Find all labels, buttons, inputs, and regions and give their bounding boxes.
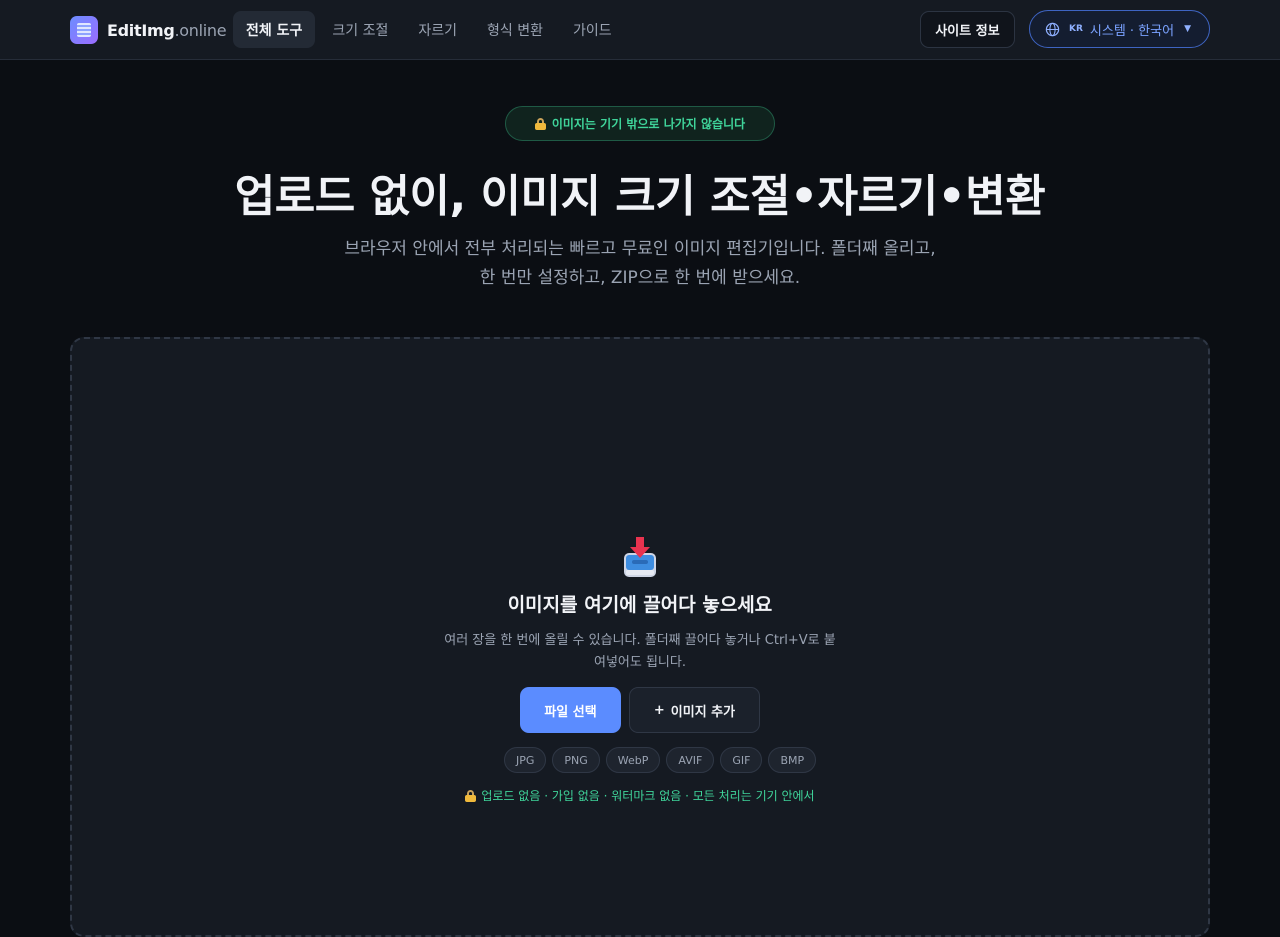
format-chip: JPG bbox=[504, 747, 547, 773]
format-chip: WebP bbox=[605, 747, 661, 773]
format-chip: BMP bbox=[768, 747, 817, 773]
format-chip: GIF bbox=[720, 747, 763, 773]
lock-icon bbox=[465, 790, 477, 802]
nav-item-convert[interactable]: 형식 변환 bbox=[474, 11, 556, 48]
privacy-note: 업로드 없음 · 가입 없음 · 워터마크 없음 · 모든 처리는 기기 안에서 bbox=[0, 787, 1280, 804]
nav-item-resize[interactable]: 크기 조절 bbox=[319, 11, 401, 48]
privacy-badge: 이미지는 기기 밖으로 나가지 않습니다 bbox=[505, 106, 775, 141]
site-info-button[interactable]: 사이트 정보 bbox=[920, 11, 1015, 48]
logo-text: EditImg.online bbox=[107, 20, 227, 40]
drop-description: 여러 장을 한 번에 올릴 수 있습니다. 폴더째 끌어다 놓거나 Ctrl+V… bbox=[444, 633, 836, 670]
format-chip: AVIF bbox=[666, 747, 715, 773]
lock-icon bbox=[534, 118, 546, 130]
plus-icon: + bbox=[653, 702, 665, 718]
globe-icon bbox=[1045, 22, 1060, 36]
format-chip: PNG bbox=[552, 747, 600, 773]
top-header: EditImg.online 전체 도구 크기 조절 자르기 형식 변환 가이드… bbox=[0, 0, 1280, 60]
page-title: 업로드 없이, 이미지 크기 조절•자르기•변환 bbox=[234, 171, 1046, 222]
choose-file-button[interactable]: 파일 선택 bbox=[520, 687, 621, 733]
site-logo[interactable]: EditImg.online bbox=[70, 16, 227, 44]
add-image-button[interactable]: + 이미지 추가 bbox=[629, 687, 760, 733]
nav-item-guide[interactable]: 가이드 bbox=[560, 11, 625, 48]
drop-title: 이미지를 여기에 끌어다 놓으세요 bbox=[507, 594, 773, 616]
logo-icon bbox=[70, 16, 98, 44]
language-label: 시스템 · 한국어 bbox=[1089, 23, 1175, 39]
caret-down-icon: ▼ bbox=[1184, 24, 1191, 34]
nav-item-crop[interactable]: 자르기 bbox=[405, 11, 470, 48]
inbox-download-icon bbox=[624, 537, 656, 577]
country-code: KR bbox=[1069, 24, 1083, 34]
main-nav: 전체 도구 크기 조절 자르기 형식 변환 가이드 bbox=[233, 11, 625, 48]
language-selector[interactable]: KR 시스템 · 한국어 ▼ bbox=[1029, 10, 1210, 48]
page-subtitle: 브라우저 안에서 전부 처리되는 빠르고 무료인 이미지 편집기입니다. 폴더째… bbox=[344, 239, 936, 288]
nav-item-all-tools[interactable]: 전체 도구 bbox=[233, 11, 316, 48]
supported-formats: JPG PNG WebP AVIF GIF BMP bbox=[504, 747, 817, 773]
